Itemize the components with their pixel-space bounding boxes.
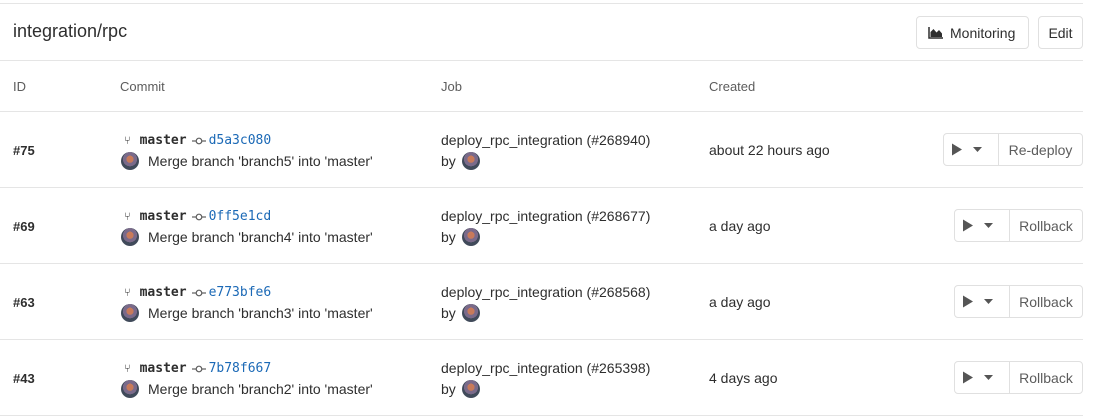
manual-actions-dropdown[interactable] bbox=[955, 210, 1010, 241]
by-label: by bbox=[441, 381, 456, 397]
play-icon bbox=[951, 143, 962, 156]
rollback-button[interactable]: Rollback bbox=[1010, 210, 1082, 241]
deployment-id[interactable]: #69 bbox=[13, 219, 35, 234]
caret-down-icon bbox=[972, 147, 982, 152]
commit-icon bbox=[191, 213, 206, 221]
by-label: by bbox=[441, 229, 456, 245]
page-title: integration/rpc bbox=[13, 21, 128, 41]
commit-icon bbox=[191, 137, 206, 145]
edit-button[interactable]: Edit bbox=[1038, 16, 1083, 49]
commit-message: Merge branch 'branch4' into 'master' bbox=[121, 228, 373, 246]
manual-actions-dropdown[interactable] bbox=[944, 134, 999, 165]
created-time: a day ago bbox=[709, 294, 771, 310]
table-header: ID Commit Job Created bbox=[0, 62, 1083, 112]
commit-ref: ⑂ master 0ff5e1cd bbox=[124, 209, 271, 224]
column-header-job: Job bbox=[441, 79, 462, 94]
deployment-id[interactable]: #75 bbox=[13, 143, 35, 158]
branch-icon: ⑂ bbox=[124, 362, 131, 375]
avatar[interactable] bbox=[461, 228, 480, 246]
commit-icon bbox=[191, 289, 206, 297]
commit-sha-link[interactable]: 7b78f667 bbox=[209, 361, 272, 376]
job-triggerer: by bbox=[441, 304, 480, 322]
avatar[interactable] bbox=[461, 152, 480, 170]
commit-title-link[interactable]: Merge branch 'branch3' into 'master' bbox=[148, 305, 373, 321]
caret-down-icon bbox=[983, 223, 993, 228]
column-header-created: Created bbox=[709, 79, 756, 94]
commit-message: Merge branch 'branch2' into 'master' bbox=[121, 380, 373, 398]
job-triggerer: by bbox=[441, 228, 480, 246]
by-label: by bbox=[441, 153, 456, 169]
job-link[interactable]: deploy_rpc_integration (#268677) bbox=[441, 208, 650, 224]
created-time: a day ago bbox=[709, 218, 771, 234]
column-header-commit: Commit bbox=[120, 79, 165, 94]
commit-title-link[interactable]: Merge branch 'branch2' into 'master' bbox=[148, 381, 373, 397]
branch-icon: ⑂ bbox=[124, 134, 131, 147]
created-time: 4 days ago bbox=[709, 370, 778, 386]
branch-link[interactable]: master bbox=[140, 209, 187, 224]
commit-sha-link[interactable]: e773bfe6 bbox=[209, 285, 272, 300]
deployment-actions: Re-deploy bbox=[943, 133, 1083, 166]
manual-actions-dropdown[interactable] bbox=[955, 286, 1010, 317]
table-row: #63 ⑂ master e773bfe6 Merge branch 'bran… bbox=[0, 264, 1083, 340]
commit-message: Merge branch 'branch3' into 'master' bbox=[121, 304, 373, 322]
commit-ref: ⑂ master e773bfe6 bbox=[124, 285, 271, 300]
avatar[interactable] bbox=[461, 380, 480, 398]
caret-down-icon bbox=[983, 299, 993, 304]
commit-ref: ⑂ master 7b78f667 bbox=[124, 361, 271, 376]
table-row: #75 ⑂ master d5a3c080 Merge branch 'bran… bbox=[0, 112, 1083, 188]
deployment-actions: Rollback bbox=[954, 361, 1083, 394]
job-link[interactable]: deploy_rpc_integration (#268940) bbox=[441, 132, 650, 148]
avatar[interactable] bbox=[121, 152, 139, 170]
avatar[interactable] bbox=[121, 228, 139, 246]
by-label: by bbox=[441, 305, 456, 321]
commit-ref: ⑂ master d5a3c080 bbox=[124, 133, 271, 148]
job-triggerer: by bbox=[441, 152, 480, 170]
job-link[interactable]: deploy_rpc_integration (#268568) bbox=[441, 284, 650, 300]
monitoring-label: Monitoring bbox=[950, 24, 1016, 41]
avatar[interactable] bbox=[121, 380, 139, 398]
commit-title-link[interactable]: Merge branch 'branch4' into 'master' bbox=[148, 229, 373, 245]
play-icon bbox=[962, 371, 973, 384]
avatar[interactable] bbox=[461, 304, 480, 322]
commit-icon bbox=[191, 365, 206, 373]
branch-icon: ⑂ bbox=[124, 210, 131, 223]
rollback-button[interactable]: Rollback bbox=[1010, 286, 1082, 317]
table-row: #43 ⑂ master 7b78f667 Merge branch 'bran… bbox=[0, 340, 1083, 416]
created-time: about 22 hours ago bbox=[709, 142, 830, 158]
commit-sha-link[interactable]: d5a3c080 bbox=[209, 133, 272, 148]
monitoring-button[interactable]: Monitoring bbox=[916, 16, 1029, 49]
branch-link[interactable]: master bbox=[140, 361, 187, 376]
area-chart-icon bbox=[928, 27, 943, 39]
job-link[interactable]: deploy_rpc_integration (#265398) bbox=[441, 360, 650, 376]
table-row: #69 ⑂ master 0ff5e1cd Merge branch 'bran… bbox=[0, 188, 1083, 264]
branch-icon: ⑂ bbox=[124, 286, 131, 299]
deployment-actions: Rollback bbox=[954, 209, 1083, 242]
avatar[interactable] bbox=[121, 304, 139, 322]
manual-actions-dropdown[interactable] bbox=[955, 362, 1010, 393]
caret-down-icon bbox=[983, 375, 993, 380]
deployment-id[interactable]: #43 bbox=[13, 371, 35, 386]
branch-link[interactable]: master bbox=[140, 285, 187, 300]
deployment-actions: Rollback bbox=[954, 285, 1083, 318]
branch-link[interactable]: master bbox=[140, 133, 187, 148]
play-icon bbox=[962, 295, 973, 308]
environment-header: integration/rpc Monitoring Edit bbox=[0, 4, 1083, 61]
commit-message: Merge branch 'branch5' into 'master' bbox=[121, 152, 373, 170]
commit-title-link[interactable]: Merge branch 'branch5' into 'master' bbox=[148, 153, 373, 169]
column-header-id: ID bbox=[13, 79, 26, 94]
job-triggerer: by bbox=[441, 380, 480, 398]
redeploy-button[interactable]: Re-deploy bbox=[999, 134, 1082, 165]
commit-sha-link[interactable]: 0ff5e1cd bbox=[209, 209, 272, 224]
deployment-id[interactable]: #63 bbox=[13, 295, 35, 310]
rollback-button[interactable]: Rollback bbox=[1010, 362, 1082, 393]
play-icon bbox=[962, 219, 973, 232]
